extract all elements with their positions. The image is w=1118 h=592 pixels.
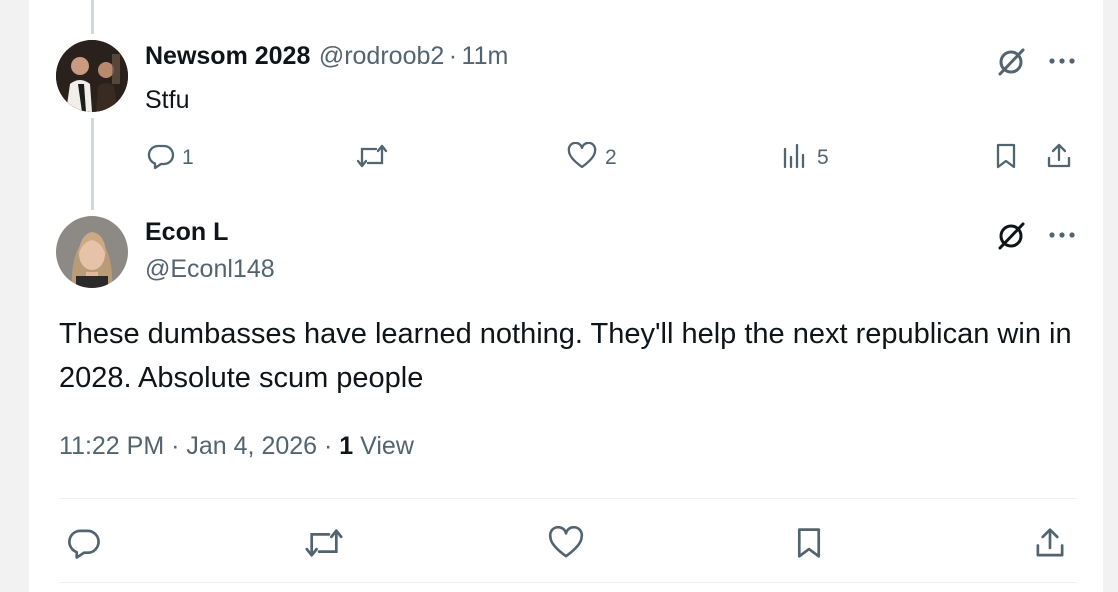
grok-icon[interactable] [993,218,1029,254]
reply-avatar[interactable] [56,40,128,112]
reply-author-handle[interactable]: @rodroob2 [319,42,444,70]
reply-timestamp[interactable]: 11m [462,42,509,70]
share-icon[interactable] [1043,140,1075,172]
main-author-handle[interactable]: @Econl148 [145,255,275,284]
tweet-thread-card: Newsom 2028 @rodroob2 · 11m Stfu 1 2 5 E… [28,0,1104,592]
tweet-time[interactable]: 11:22 PM [59,432,164,460]
grok-icon[interactable] [993,44,1029,80]
like-count: 2 [605,146,617,169]
reply-separator: · [448,42,458,70]
more-icon[interactable] [1045,220,1079,250]
divider-bottom [59,582,1077,583]
reply-text: Stfu [145,86,190,114]
reply-header: Newsom 2028 @rodroob2 · 11m [145,42,508,71]
reply-author-name[interactable]: Newsom 2028 [145,42,310,70]
thread-line-bottom [91,118,94,210]
bookmark-icon[interactable] [791,524,827,562]
repost-icon[interactable] [355,140,389,172]
views-label: View [360,432,414,460]
repost-icon[interactable] [303,524,345,562]
reply-icon[interactable] [145,140,177,172]
views-number: 1 [339,432,354,460]
meta-separator: · [324,432,333,460]
main-avatar[interactable] [56,216,128,288]
like-icon[interactable] [547,524,585,562]
share-icon[interactable] [1031,524,1069,562]
meta-separator: · [171,432,180,460]
reply-icon[interactable] [65,524,103,562]
like-icon[interactable] [566,140,598,172]
main-author-name[interactable]: Econ L [145,218,228,247]
divider-top [59,498,1077,499]
views-icon[interactable] [779,140,809,172]
views-count: 5 [817,146,829,169]
reply-count: 1 [182,146,194,169]
thread-line-top [91,0,94,34]
tweet-date[interactable]: Jan 4, 2026 [186,432,317,460]
tweet-meta: 11:22 PM · Jan 4, 2026 · 1 View [59,432,414,461]
bookmark-icon[interactable] [991,140,1021,172]
more-icon[interactable] [1045,46,1079,76]
main-tweet-text: These dumbasses have learned nothing. Th… [59,318,1072,394]
